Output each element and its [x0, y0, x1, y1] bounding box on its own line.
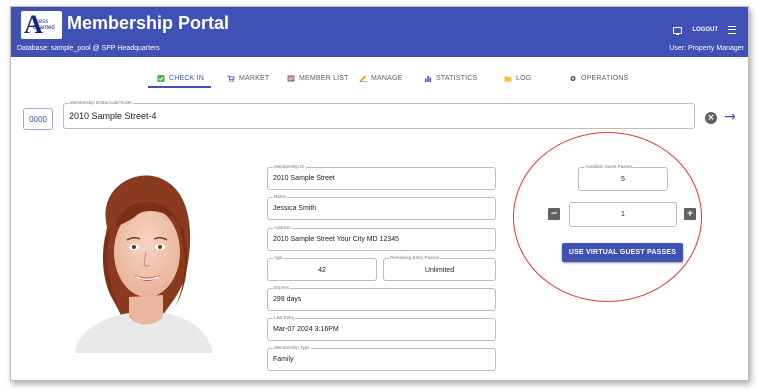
main-tabs: CHECK IN MARKET MEMBER LIST MANAGE STATI… — [11, 69, 748, 89]
tab-check-in[interactable]: CHECK IN — [157, 69, 204, 87]
tab-label: CHECK IN — [169, 74, 205, 82]
address-value: 2010 Sample Street Your City MD 12345 — [273, 236, 400, 243]
cart-icon — [227, 74, 235, 82]
user-info: User: Property Manager — [669, 45, 744, 52]
tab-operations[interactable]: OPERATIONS — [569, 69, 628, 87]
member-photo — [75, 175, 213, 353]
check-box-icon — [157, 74, 165, 82]
available-guest-passes-value: 5 — [621, 176, 625, 183]
name-field: Name Jessica Smith — [267, 194, 496, 220]
field-label: Remaining Entry Passes — [389, 255, 441, 261]
remaining-passes-field: Remaining Entry Passes Unlimited — [383, 255, 496, 281]
tab-label: STATISTICS — [436, 74, 478, 82]
folder-icon — [504, 75, 512, 82]
app-title: Membership Portal — [67, 13, 230, 33]
tab-label: OPERATIONS — [581, 74, 629, 82]
tab-log[interactable]: LOG — [504, 69, 531, 87]
field-label: Membership ID/Barcode/Ticket — [69, 100, 133, 106]
guest-quantity-input[interactable]: 1 — [570, 211, 676, 218]
tab-label: MANAGE — [371, 74, 403, 82]
field-label: Membership ID — [273, 164, 306, 170]
arrow-right-icon[interactable]: → — [722, 108, 738, 126]
expires-field: Expires 299 days — [267, 285, 496, 311]
field-label: Expires — [273, 285, 291, 291]
logout-button[interactable]: LOGOUT — [692, 27, 718, 33]
expires-value: 299 days — [273, 296, 302, 303]
use-virtual-guest-passes-button[interactable]: USE VIRTUAL GUEST PASSES — [562, 243, 683, 262]
tab-label: LOG — [516, 74, 532, 82]
last-entry-value: Mar-07 2024 3:16PM — [273, 326, 339, 333]
app-window: A ccess Granted Membership Portal Databa… — [10, 6, 749, 381]
bar-chart-icon — [424, 75, 432, 82]
membership-id-value: 2010 Sample Street — [273, 175, 335, 182]
tab-manage[interactable]: MANAGE — [359, 69, 403, 87]
tab-market[interactable]: MARKET — [227, 69, 269, 87]
header-actions: LOGOUT — [673, 26, 736, 35]
remaining-passes-value: Unlimited — [424, 267, 455, 274]
field-label: Name — [273, 194, 288, 200]
membership-type-field: Membership Type Family — [267, 345, 496, 371]
gear-icon — [570, 75, 576, 81]
active-tab-indicator — [148, 86, 211, 88]
app-header: A ccess Granted Membership Portal Databa… — [11, 7, 748, 57]
increment-button[interactable]: + — [684, 208, 696, 220]
field-label: Membership Type — [273, 345, 311, 351]
age-value: 42 — [318, 267, 326, 274]
membership-search-field[interactable]: Membership ID/Barcode/Ticket 2010 Sample… — [63, 100, 695, 129]
clear-icon[interactable]: × — [705, 112, 717, 124]
tab-member-list[interactable]: MEMBER LIST — [287, 69, 349, 87]
tab-label: MEMBER LIST — [299, 74, 349, 82]
name-value: Jessica Smith — [273, 205, 317, 212]
tab-statistics[interactable]: STATISTICS — [424, 69, 477, 87]
hamburger-menu-icon[interactable] — [728, 26, 736, 34]
field-label: Address — [273, 225, 292, 231]
available-guest-passes-field: Available Guest Passes 5 — [578, 164, 668, 191]
barcode-scan-button[interactable]: 0000 — [23, 108, 53, 130]
field-label: Last Entry — [273, 315, 296, 321]
logo-text: ccess Granted — [33, 19, 55, 31]
membership-id-field: Membership ID 2010 Sample Street — [267, 164, 496, 190]
app-logo: A ccess Granted — [21, 11, 62, 39]
database-info: Database: sample_pool @ SPP Headquarters — [17, 45, 160, 52]
decrement-button[interactable]: − — [548, 208, 560, 220]
guest-quantity-field[interactable]: 1 — [569, 202, 677, 227]
membership-search-input[interactable]: 2010 Sample Street-4 — [69, 111, 157, 121]
monitor-icon[interactable] — [673, 26, 683, 35]
list-icon — [287, 74, 295, 82]
field-label: Available Guest Passes — [584, 164, 634, 170]
pencil-icon — [359, 75, 367, 82]
last-entry-field: Last Entry Mar-07 2024 3:16PM — [267, 315, 496, 341]
field-label: Age — [273, 255, 284, 261]
age-field: Age 42 — [267, 255, 377, 281]
tab-label: MARKET — [239, 74, 270, 82]
membership-type-value: Family — [273, 356, 294, 363]
address-field: Address 2010 Sample Street Your City MD … — [267, 225, 496, 251]
